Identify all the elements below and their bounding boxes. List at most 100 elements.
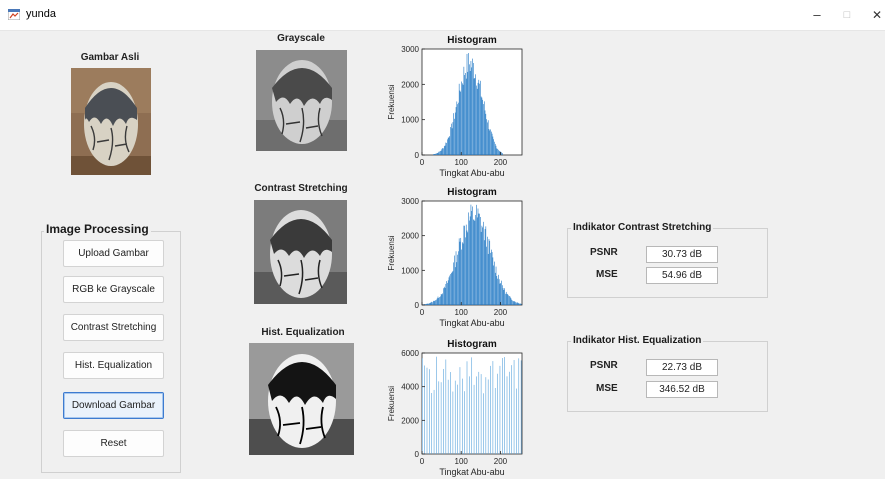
upload-image-button[interactable]: Upload Gambar xyxy=(63,240,164,267)
histogram-bar xyxy=(498,149,499,155)
x-tick-label: 100 xyxy=(455,457,469,466)
histogram-bar xyxy=(514,301,516,305)
histogram-bar xyxy=(450,372,451,454)
histogram-bar xyxy=(480,231,482,305)
histogram-bar xyxy=(422,358,423,454)
histogram-bar xyxy=(515,302,516,305)
histogram-bar xyxy=(439,151,440,155)
histogram-bar xyxy=(428,303,429,305)
histogram-bar xyxy=(513,360,515,454)
histogram-bar xyxy=(471,210,473,305)
histogram-bar xyxy=(444,287,446,305)
histogram-bar xyxy=(497,148,498,155)
histogram-bar xyxy=(438,151,440,155)
histogram-bar xyxy=(466,53,468,155)
histogram-bar xyxy=(511,299,513,305)
original-image xyxy=(71,68,151,175)
histogram-bar xyxy=(477,208,479,305)
histogram-bar xyxy=(464,225,465,305)
histogram-bar xyxy=(474,78,476,155)
histogram-bar xyxy=(453,113,454,155)
hist-equalization-button[interactable]: Hist. Equalization xyxy=(63,352,164,379)
histogram-bar xyxy=(518,303,520,305)
minimize-button[interactable]: – xyxy=(800,4,834,26)
close-button[interactable]: ✕ xyxy=(860,4,885,26)
histogram-bar xyxy=(509,371,510,454)
maximize-icon: □ xyxy=(843,9,851,21)
histogram-bar xyxy=(454,112,456,155)
histogram-bar xyxy=(483,101,485,155)
histogram-bar xyxy=(450,274,451,305)
histogram-bar xyxy=(482,227,483,305)
x-axis-label: Tingkat Abu-abu xyxy=(439,168,504,178)
x-tick-label: 100 xyxy=(455,308,469,317)
download-image-button[interactable]: Download Gambar xyxy=(63,392,164,419)
histogram-bar xyxy=(508,295,509,305)
y-tick-label: 0 xyxy=(415,301,420,310)
histogram-bar xyxy=(451,273,452,305)
histogram-bar xyxy=(432,154,434,155)
contrast-stretching-button[interactable]: Contrast Stretching xyxy=(63,314,164,341)
histogram-bar xyxy=(465,73,466,155)
histogram-bar xyxy=(492,136,494,155)
histogram-bar xyxy=(425,304,427,305)
histogram-bar xyxy=(494,272,496,305)
histogram-bar xyxy=(438,381,440,454)
chart-title: Histogram xyxy=(447,339,497,350)
histogram-bar xyxy=(434,154,436,155)
histogram-bar xyxy=(430,302,432,305)
histogram-bar xyxy=(472,206,473,305)
contrast-image-label: Contrast Stretching xyxy=(254,183,348,194)
histogram-bar xyxy=(483,393,484,454)
y-tick-label: 0 xyxy=(415,151,420,160)
maximize-button[interactable]: □ xyxy=(830,4,864,26)
histogram-bar xyxy=(467,232,469,305)
chart-title: Histogram xyxy=(447,35,497,46)
histogram-bar xyxy=(464,75,465,155)
histogram-bar xyxy=(496,276,498,305)
histogram-bar xyxy=(461,249,462,305)
histogram-bar xyxy=(458,238,460,305)
histogram-bar xyxy=(479,213,480,305)
histogram-bar xyxy=(470,61,472,155)
histogram-bar xyxy=(437,296,439,305)
histogram-bar xyxy=(431,301,433,305)
grayscale-image-label: Grayscale xyxy=(277,33,325,44)
histogram-bar xyxy=(466,230,468,305)
histogram-bar xyxy=(439,297,440,305)
histogram-bar xyxy=(518,358,520,454)
histogram-bar xyxy=(457,254,458,305)
histogram-bar xyxy=(473,219,475,305)
x-tick-label: 0 xyxy=(420,158,425,167)
histogram-bar xyxy=(446,281,447,305)
histogram-bar xyxy=(501,280,502,305)
histogram-bar xyxy=(454,255,455,305)
y-tick-label: 1000 xyxy=(401,266,419,275)
histogram-bar xyxy=(482,99,483,155)
histogram-bar xyxy=(502,288,504,305)
grayscale-image xyxy=(256,50,347,151)
x-axis-label: Tingkat Abu-abu xyxy=(439,318,504,328)
histogram-bar xyxy=(440,382,442,454)
histogram-bar xyxy=(476,376,477,454)
histogram-bar xyxy=(446,142,447,155)
rgb-to-grayscale-button[interactable]: RGB ke Grayscale xyxy=(63,276,164,303)
histogram-bar xyxy=(494,261,495,305)
reset-button[interactable]: Reset xyxy=(63,430,164,457)
histogram-bar xyxy=(433,154,435,155)
histogram-bar xyxy=(445,359,447,454)
histogram-bar xyxy=(520,303,522,305)
histogram-bar xyxy=(480,80,481,155)
histogram-bar xyxy=(484,110,486,155)
histogram-bar xyxy=(477,82,479,155)
histogram-bar xyxy=(429,302,431,305)
histogram-bar xyxy=(472,58,473,155)
indicator-histeq-title: Indikator Hist. Equalization xyxy=(571,335,704,346)
histogram-bar xyxy=(425,304,426,305)
histogram-bar xyxy=(476,88,478,155)
y-tick-label: 0 xyxy=(415,450,420,459)
histogram-bar xyxy=(457,384,458,454)
histogram-bar xyxy=(464,391,465,454)
histogram-bar xyxy=(478,213,480,305)
histogram-bar xyxy=(476,85,477,155)
